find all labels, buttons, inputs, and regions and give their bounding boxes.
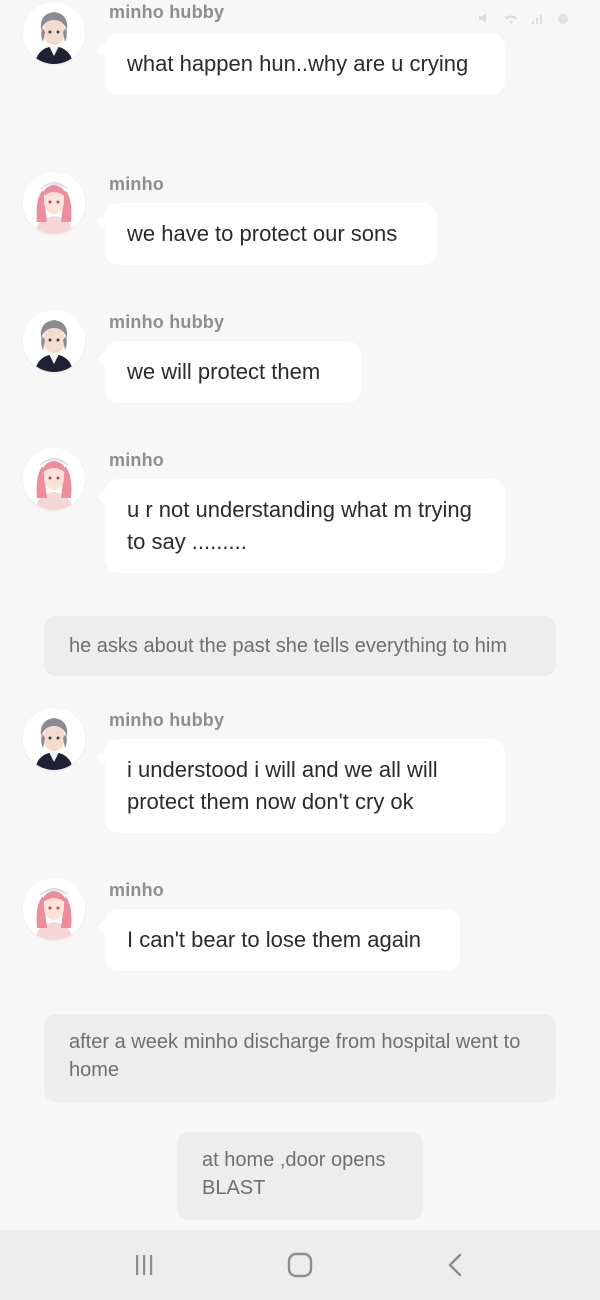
back-button[interactable]: [436, 1250, 476, 1280]
message-bubble: i understood i will and we all will prot…: [96, 739, 505, 833]
female-character-avatar[interactable]: [23, 448, 85, 510]
back-icon: [448, 1253, 462, 1277]
recent-apps-button[interactable]: [124, 1250, 164, 1280]
sender-name: minho: [109, 450, 164, 470]
sender-name: minho: [109, 174, 164, 194]
home-button[interactable]: [280, 1250, 320, 1280]
recent-apps-icon: [136, 1255, 153, 1275]
narration-box: at home ,door opens BLAST: [177, 1132, 423, 1220]
navigation-bar: [0, 1230, 600, 1300]
home-icon: [287, 1252, 313, 1278]
female-character-avatar[interactable]: [23, 172, 85, 234]
message-bubble: we will protect them: [96, 341, 361, 403]
male-character-avatar[interactable]: [23, 310, 85, 372]
chat-transcript[interactable]: minho hubby what happen hun..why are u c…: [0, 0, 600, 1230]
message-bubble: u r not understanding what m trying to s…: [96, 479, 505, 573]
male-character-avatar[interactable]: [23, 708, 85, 770]
narration-box: he asks about the past she tells everyth…: [44, 616, 556, 676]
message-bubble: I can't bear to lose them again: [96, 909, 460, 971]
sender-name: minho hubby: [109, 710, 225, 730]
narration-box: after a week minho discharge from hospit…: [44, 1014, 556, 1102]
message-bubble: what happen hun..why are u crying: [96, 33, 505, 95]
male-character-avatar[interactable]: [23, 2, 85, 64]
message-bubble: we have to protect our sons: [96, 203, 437, 265]
female-character-avatar[interactable]: [23, 878, 85, 940]
sender-name: minho hubby: [109, 312, 225, 332]
sender-name: minho: [109, 880, 164, 900]
sender-name: minho hubby: [109, 2, 225, 22]
